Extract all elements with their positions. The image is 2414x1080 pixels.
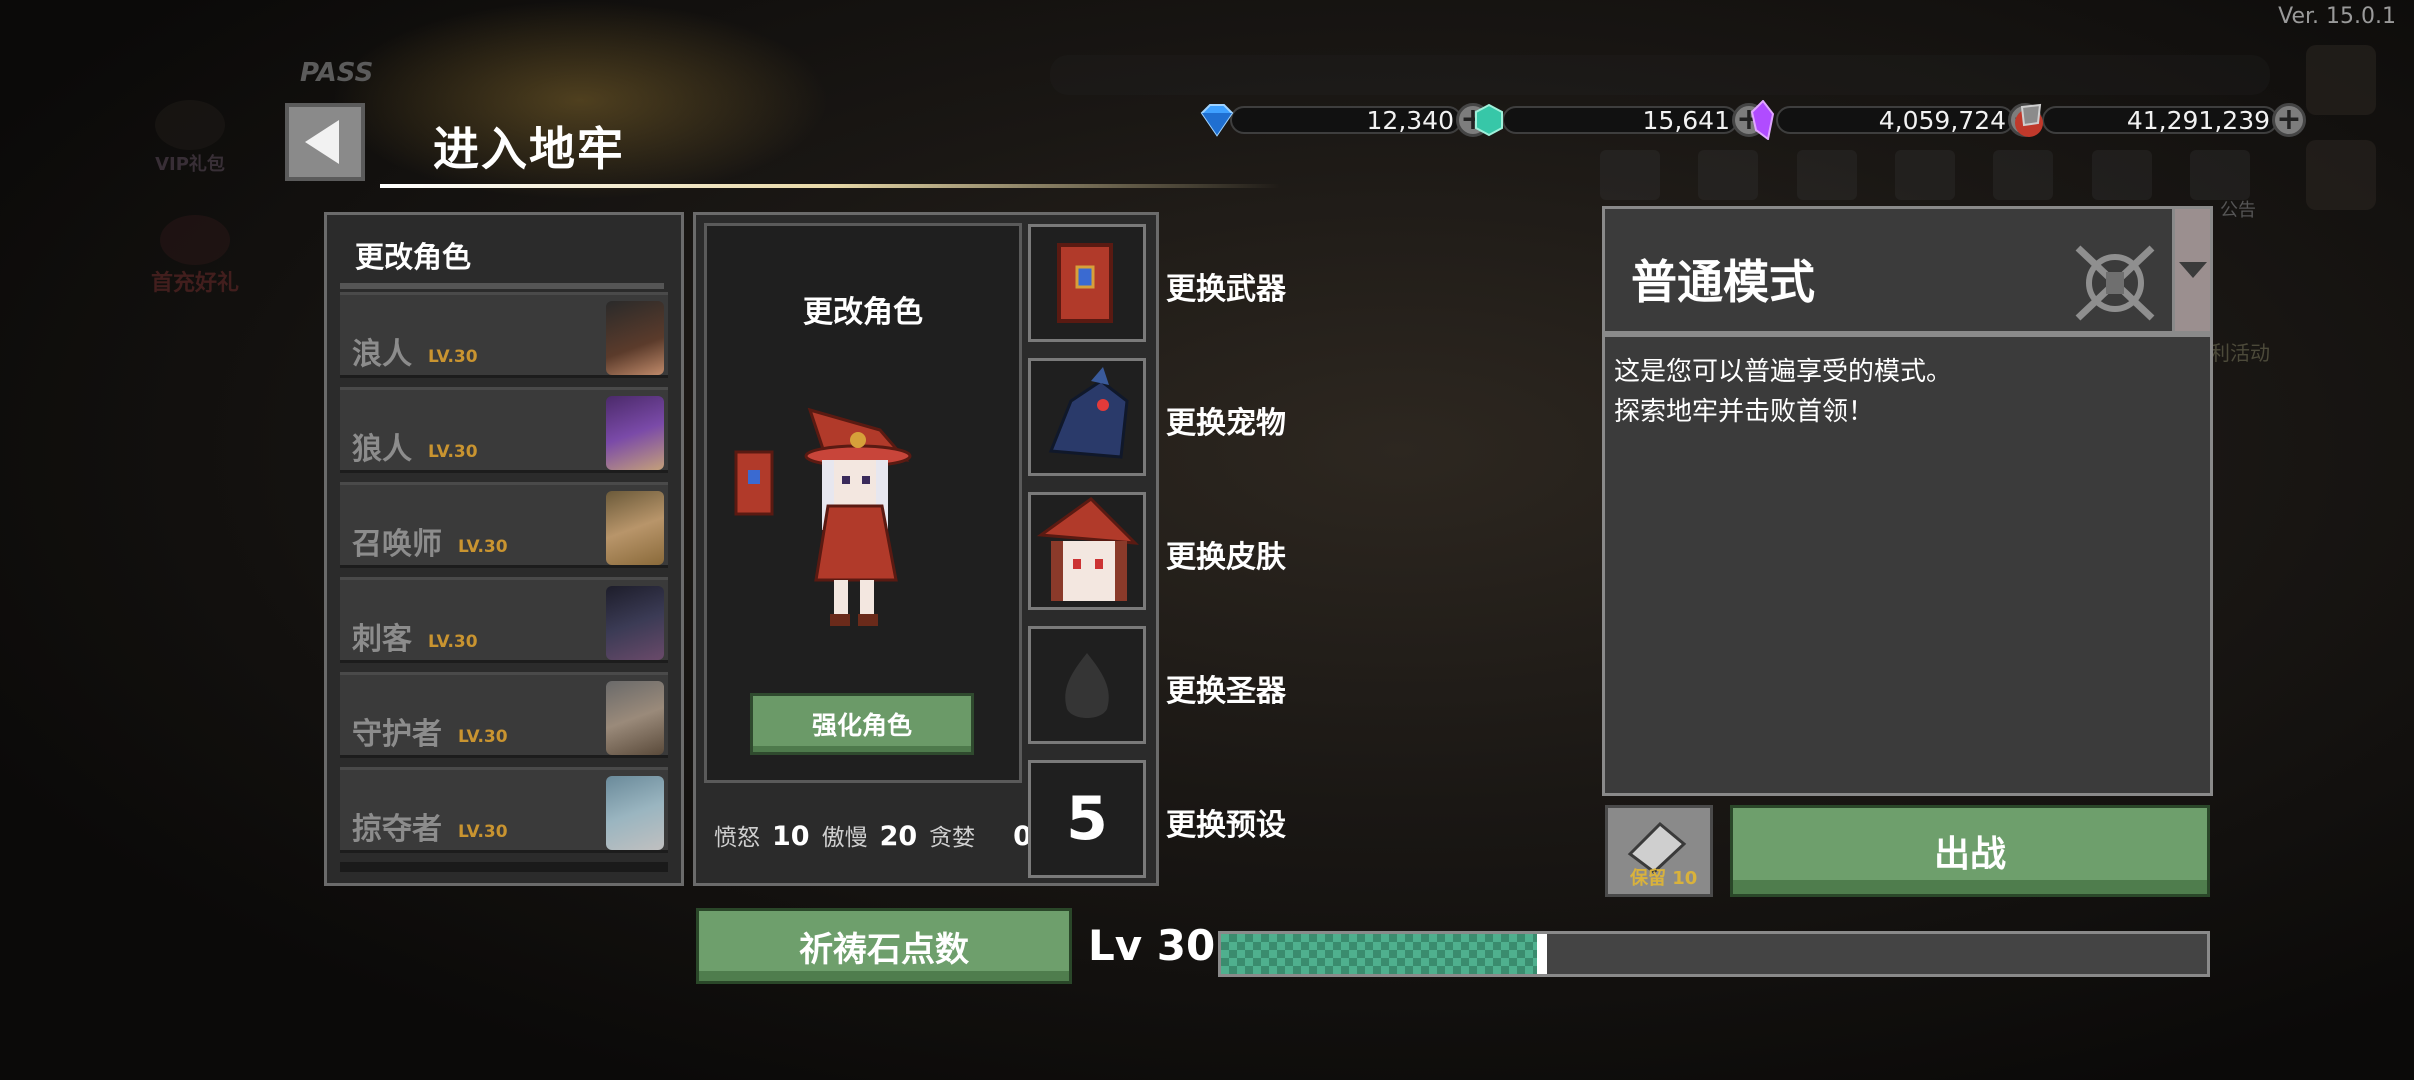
ronin-portrait: [606, 301, 664, 375]
title-underline: [380, 184, 1280, 188]
demon-stone-amount: 41,291,239: [2042, 106, 2278, 135]
anvil-icon: [1698, 150, 1759, 200]
pass-label: PASS: [300, 58, 374, 88]
add-demon-stone-button[interactable]: +: [2272, 103, 2306, 137]
character-item-werewolf[interactable]: 狼人 LV.30: [340, 387, 668, 473]
keep-count-label: 保留 10: [1630, 868, 1698, 889]
character-list-header: 更改角色: [355, 240, 472, 274]
character-item-ronin[interactable]: 浪人 LV.30: [340, 292, 668, 378]
page-title: 进入地牢: [433, 122, 625, 176]
face-icon: [1993, 150, 2054, 200]
character-name: 守护者: [352, 717, 442, 752]
mode-description: 这是您可以普遍享受的模式。 探索地牢并击败首领！: [1614, 352, 1952, 432]
book-icon: [1796, 150, 1857, 200]
prayer-stone-points-button[interactable]: 祈祷石点数: [696, 908, 1072, 984]
enhance-character-button[interactable]: 强化角色: [750, 693, 974, 755]
change-weapon-label[interactable]: 更换武器: [1166, 264, 1286, 308]
start-battle-button[interactable]: 出战: [1730, 805, 2210, 897]
currency-soul-crystal: 4,059,724 +: [1744, 100, 2042, 140]
relic-slot[interactable]: [1028, 626, 1146, 744]
character-level: LV.30: [458, 727, 508, 747]
notice-icon: [2189, 150, 2250, 200]
list-scroll-edge: [340, 862, 668, 872]
character-level: LV.30: [428, 442, 478, 462]
character-name: 召唤师: [352, 527, 442, 562]
character-list-divider: [340, 283, 664, 289]
dragon-pet-icon: [1048, 367, 1129, 459]
pride-value: 20: [879, 821, 918, 852]
card-icon: [1894, 150, 1955, 200]
first-charge-label: 首充好礼: [150, 271, 239, 296]
assassin-portrait: [606, 586, 664, 660]
mode-dropdown-button[interactable]: [2172, 206, 2213, 334]
diamond-icon: [1198, 101, 1236, 139]
mode-description-line1: 这是您可以普遍享受的模式。: [1614, 357, 1953, 387]
character-name: 掠夺者: [352, 812, 442, 847]
level-label: Lv 30: [1088, 921, 1216, 970]
chat-icon: [2091, 150, 2152, 200]
crystal-icon: [1470, 101, 1508, 139]
pride-label: 傲慢: [821, 825, 868, 851]
character-item-plunderer[interactable]: 掠夺者 LV.30: [340, 767, 668, 853]
character-item-assassin[interactable]: 刺客 LV.30: [340, 577, 668, 663]
preset-slot[interactable]: 5: [1028, 760, 1146, 878]
wrath-value: 10: [772, 821, 810, 852]
change-relic-label[interactable]: 更换圣器: [1166, 666, 1286, 710]
wrath-label: 愤怒: [714, 825, 760, 851]
vip-gift-label: VIP礼包: [155, 154, 225, 175]
change-preset-label[interactable]: 更换预设: [1166, 800, 1286, 844]
relic-silhouette-icon: [1065, 653, 1109, 718]
chevron-down-icon: [2178, 262, 2207, 278]
diamond-amount: 12,340: [1230, 106, 1462, 135]
soul-crystal-amount: 4,059,724: [1776, 106, 2014, 135]
character-level: LV.30: [458, 537, 508, 557]
pause-icon: [2306, 45, 2376, 115]
character-level: LV.30: [428, 632, 478, 652]
werewolf-portrait: [606, 396, 664, 470]
shop-icon: [1600, 150, 1660, 200]
currency-diamond: 12,340 +: [1198, 103, 1490, 137]
greed-label: 贪婪: [929, 825, 976, 851]
faded-menu-icons: [1600, 150, 2250, 200]
currency-demon-stone: 41,291,239 +: [2010, 103, 2306, 137]
character-level: LV.30: [428, 347, 478, 367]
character-name: 狼人: [352, 432, 412, 467]
character-level: LV.30: [458, 822, 508, 842]
change-pet-label[interactable]: 更换宠物: [1166, 398, 1286, 442]
demon-stone-icon: [2010, 101, 2048, 139]
mode-description-line2: 探索地牢并击败首领！: [1614, 397, 1875, 427]
back-arrow-icon: [305, 120, 339, 164]
background-currency-bar: [1050, 55, 2270, 95]
skin-slot[interactable]: [1028, 492, 1146, 610]
sins-stats: 愤怒 10 傲慢 20 贪婪 0: [714, 818, 1044, 852]
character-name: 刺客: [352, 622, 412, 657]
crossed-swords-shield-icon: [2070, 240, 2160, 326]
preview-title: 更改角色: [803, 295, 923, 330]
weapon-slot[interactable]: [1028, 224, 1146, 342]
change-skin-label[interactable]: 更换皮肤: [1166, 532, 1286, 576]
keep-item-button[interactable]: 保留 10: [1605, 805, 1713, 897]
soul-crystal-icon: [1744, 100, 1782, 140]
currency-crystal: 15,641 +: [1470, 103, 1766, 137]
version-label: Ver. 15.0.1: [2278, 4, 2396, 29]
character-name: 浪人: [352, 337, 412, 372]
experience-bar: [1218, 931, 2210, 977]
witch-character-sprite: [730, 400, 930, 640]
vip-gift-icon: VIP礼包: [150, 100, 230, 175]
first-charge-icon: 首充好礼: [145, 215, 245, 296]
crystal-amount: 15,641: [1502, 106, 1738, 135]
pet-slot[interactable]: [1028, 358, 1146, 476]
summoner-portrait: [606, 491, 664, 565]
swap-icon: [2306, 140, 2376, 210]
spellbook-icon: [1057, 243, 1113, 323]
back-button[interactable]: [285, 103, 365, 181]
experience-bar-fill: [1221, 934, 1537, 974]
character-item-guardian[interactable]: 守护者 LV.30: [340, 672, 668, 758]
guardian-portrait: [606, 681, 664, 755]
mode-name: 普通模式: [1631, 255, 1815, 309]
witch-skin-icon: [1036, 497, 1139, 601]
character-item-summoner[interactable]: 召唤师 LV.30: [340, 482, 668, 568]
experience-bar-cap: [1536, 934, 1547, 974]
plunderer-portrait: [606, 776, 664, 850]
